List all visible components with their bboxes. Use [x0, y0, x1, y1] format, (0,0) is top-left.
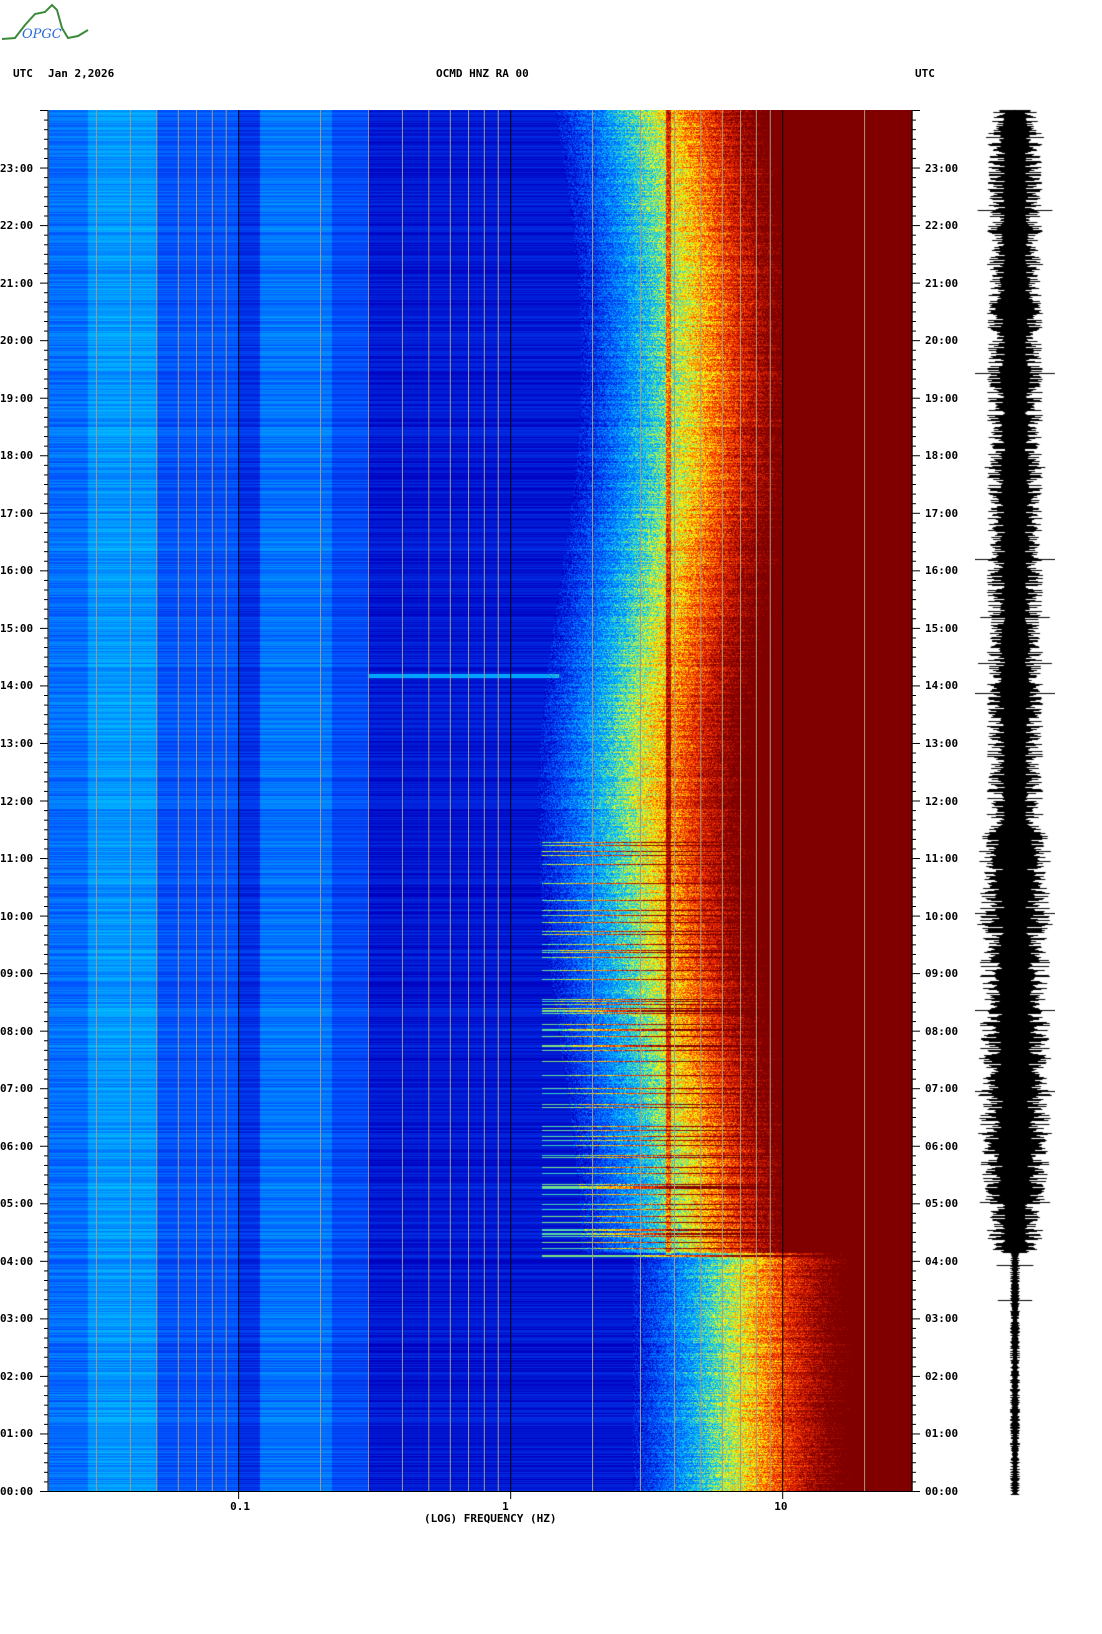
y-tick-label: 08:00	[0, 1024, 34, 1038]
y-tick-label: 10:00	[0, 909, 34, 923]
y-tick-label: 16:00	[925, 564, 959, 578]
y-tick-label: 00:00	[925, 1485, 959, 1498]
y-tick-label: 18:00	[925, 449, 959, 463]
y-tick-label: 18:00	[0, 449, 34, 463]
y-tick-label: 13:00	[0, 736, 34, 750]
y-tick-label: 13:00	[925, 736, 959, 750]
x-axis-label: (LOG) FREQUENCY (HZ)	[424, 1512, 557, 1525]
y-tick-label: 19:00	[925, 391, 959, 405]
y-tick-label: 01:00	[0, 1427, 34, 1441]
y-tick-label: 02:00	[925, 1369, 959, 1383]
y-tick-label: 07:00	[925, 1082, 959, 1096]
y-tick-label: 05:00	[0, 1197, 34, 1211]
y-tick-label: 20:00	[925, 334, 959, 348]
y-tick-label: 04:00	[0, 1254, 34, 1268]
y-tick-label: 22:00	[925, 219, 959, 233]
seismogram-trace	[975, 105, 1055, 1500]
y-tick-label: 19:00	[0, 391, 34, 405]
y-tick-label: 03:00	[925, 1312, 959, 1326]
y-tick-label: 15:00	[925, 621, 959, 635]
y-tick-label: 00:00	[0, 1485, 34, 1498]
y-tick-label: 04:00	[925, 1254, 959, 1268]
x-tick-label: 0.1	[230, 1500, 251, 1513]
y-tick-label: 10:00	[925, 909, 959, 923]
y-tick-label: 12:00	[0, 794, 34, 808]
y-tick-label: 14:00	[925, 679, 959, 693]
x-tick-label: 10	[774, 1500, 788, 1513]
y-tick-label: 09:00	[925, 967, 959, 981]
y-tick-label: 03:00	[0, 1312, 34, 1326]
y-tick-label: 12:00	[925, 794, 959, 808]
y-tick-label: 15:00	[0, 621, 34, 635]
y-tick-label: 09:00	[0, 967, 34, 981]
y-tick-label: 01:00	[925, 1427, 959, 1441]
y-tick-label: 07:00	[0, 1082, 34, 1096]
y-tick-label: 11:00	[0, 852, 34, 866]
y-tick-label: 05:00	[925, 1197, 959, 1211]
y-tick-label: 21:00	[0, 276, 34, 290]
y-tick-label: 22:00	[0, 219, 34, 233]
y-tick-label: 06:00	[925, 1139, 959, 1153]
y-tick-label: 23:00	[925, 161, 959, 175]
y-tick-label: 02:00	[0, 1369, 34, 1383]
y-tick-label: 06:00	[0, 1139, 34, 1153]
chart-axes	[40, 110, 1016, 1499]
y-tick-label: 11:00	[925, 852, 959, 866]
y-tick-label: 16:00	[0, 564, 34, 578]
y-tick-label: 23:00	[0, 161, 34, 175]
y-tick-label: 14:00	[0, 679, 34, 693]
y-tick-label: 17:00	[925, 506, 959, 520]
y-tick-label: 21:00	[925, 276, 959, 290]
y-tick-label: 20:00	[0, 334, 34, 348]
y-tick-label: 08:00	[925, 1024, 959, 1038]
y-tick-label: 17:00	[0, 506, 34, 520]
